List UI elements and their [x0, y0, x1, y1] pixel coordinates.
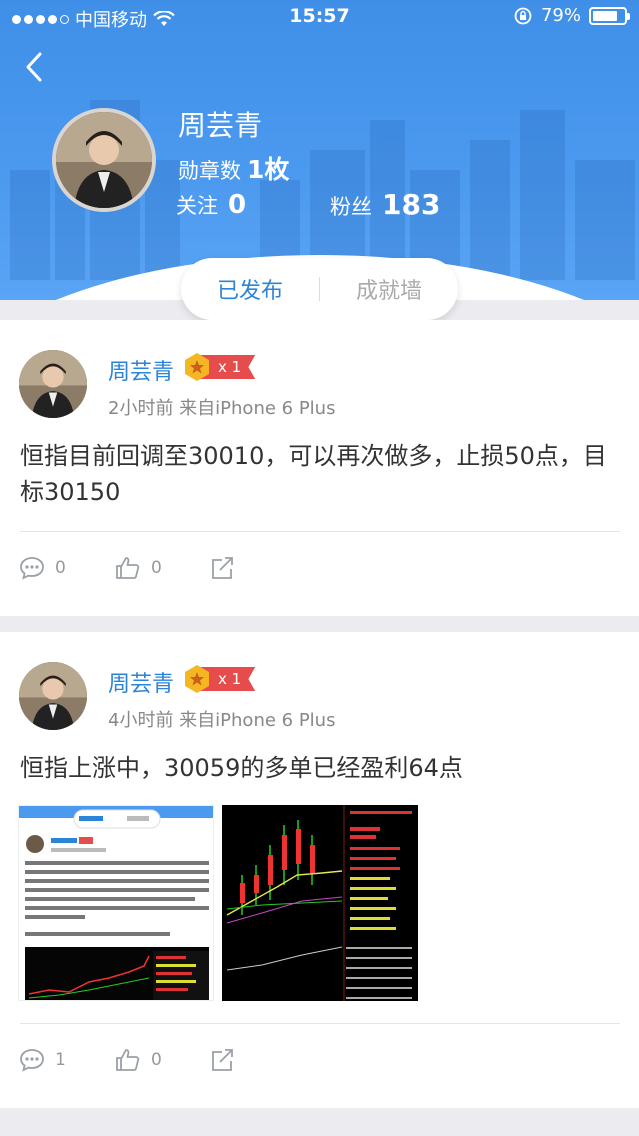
- post-divider: [20, 1023, 620, 1024]
- share-button[interactable]: [210, 556, 236, 580]
- like-button[interactable]: 0: [115, 556, 162, 580]
- comment-icon: [20, 557, 44, 580]
- tab-achievements[interactable]: 成就墙: [320, 273, 458, 305]
- status-bar: 中国移动 15:57 79%: [0, 0, 639, 34]
- like-count: 0: [151, 1050, 162, 1070]
- follow-label: 关注: [176, 194, 218, 218]
- post-image-thumbnail[interactable]: [222, 805, 418, 1001]
- profile-following[interactable]: 关注 0: [176, 190, 246, 220]
- comment-count: 1: [55, 1050, 66, 1070]
- rotation-lock-icon: [514, 7, 532, 24]
- rank-badge: x 1: [182, 664, 256, 694]
- post-card: 周芸青 x 1 2小时前 来自iPhone 6 Plus 恒指目前回调至3001…: [0, 320, 639, 616]
- post-content: 恒指目前回调至30010，可以再次做多，止损50点，目标30150: [20, 442, 607, 506]
- battery-icon: [589, 6, 630, 25]
- person-avatar-image: [19, 350, 87, 418]
- profile-name: 周芸青: [178, 109, 263, 142]
- post-author-name[interactable]: 周芸青: [108, 354, 174, 386]
- post-image-thumbnail[interactable]: [18, 805, 214, 1001]
- comment-count: 0: [55, 558, 66, 578]
- fans-value: 183: [382, 188, 441, 221]
- profile-avatar[interactable]: [52, 108, 156, 212]
- post-card: 周芸青 x 1 4小时前 来自iPhone 6 Plus 恒指上涨中，30059…: [0, 632, 639, 1108]
- post-meta: 4小时前 来自iPhone 6 Plus: [108, 710, 336, 731]
- thumbs-up-icon: [116, 557, 140, 579]
- like-count: 0: [151, 558, 162, 578]
- stock-chart-image: [222, 805, 418, 1001]
- comment-button[interactable]: 1: [19, 1048, 66, 1072]
- post-meta: 2小时前 来自iPhone 6 Plus: [108, 398, 336, 419]
- post-content: 恒指上涨中，30059的多单已经盈利64点: [20, 754, 463, 782]
- battery-percent: 79%: [540, 5, 581, 26]
- comment-icon: [20, 1049, 44, 1072]
- profile-badges: 勋章数 1枚: [178, 150, 289, 186]
- person-avatar-image: [56, 112, 152, 208]
- person-avatar-image: [19, 662, 87, 730]
- tab-switcher: 已发布 成就墙: [181, 258, 458, 320]
- tab-published[interactable]: 已发布: [181, 273, 319, 305]
- profile-fans[interactable]: 粉丝 183: [330, 188, 440, 221]
- share-icon: [212, 557, 233, 579]
- star-medal-icon: [185, 665, 209, 693]
- star-medal-icon: [185, 353, 209, 381]
- follow-value: 0: [228, 190, 247, 220]
- rank-badge: x 1: [182, 352, 256, 382]
- badges-label: 勋章数: [178, 159, 241, 183]
- thumbs-up-icon: [116, 1049, 140, 1071]
- status-right: 79%: [513, 5, 630, 26]
- post-author-name[interactable]: 周芸青: [108, 666, 174, 698]
- chevron-left-icon: [26, 52, 42, 82]
- app-screenshot-image: [19, 806, 213, 1000]
- back-button[interactable]: [20, 50, 50, 84]
- post-author-avatar[interactable]: [19, 662, 87, 730]
- post-divider: [20, 531, 620, 532]
- battery-fill: [593, 10, 617, 21]
- share-icon: [212, 1049, 233, 1071]
- share-button[interactable]: [210, 1048, 236, 1072]
- comment-button[interactable]: 0: [19, 556, 66, 580]
- fans-label: 粉丝: [330, 195, 372, 219]
- badges-value: 1枚: [247, 155, 290, 184]
- like-button[interactable]: 0: [115, 1048, 162, 1072]
- post-author-avatar[interactable]: [19, 350, 87, 418]
